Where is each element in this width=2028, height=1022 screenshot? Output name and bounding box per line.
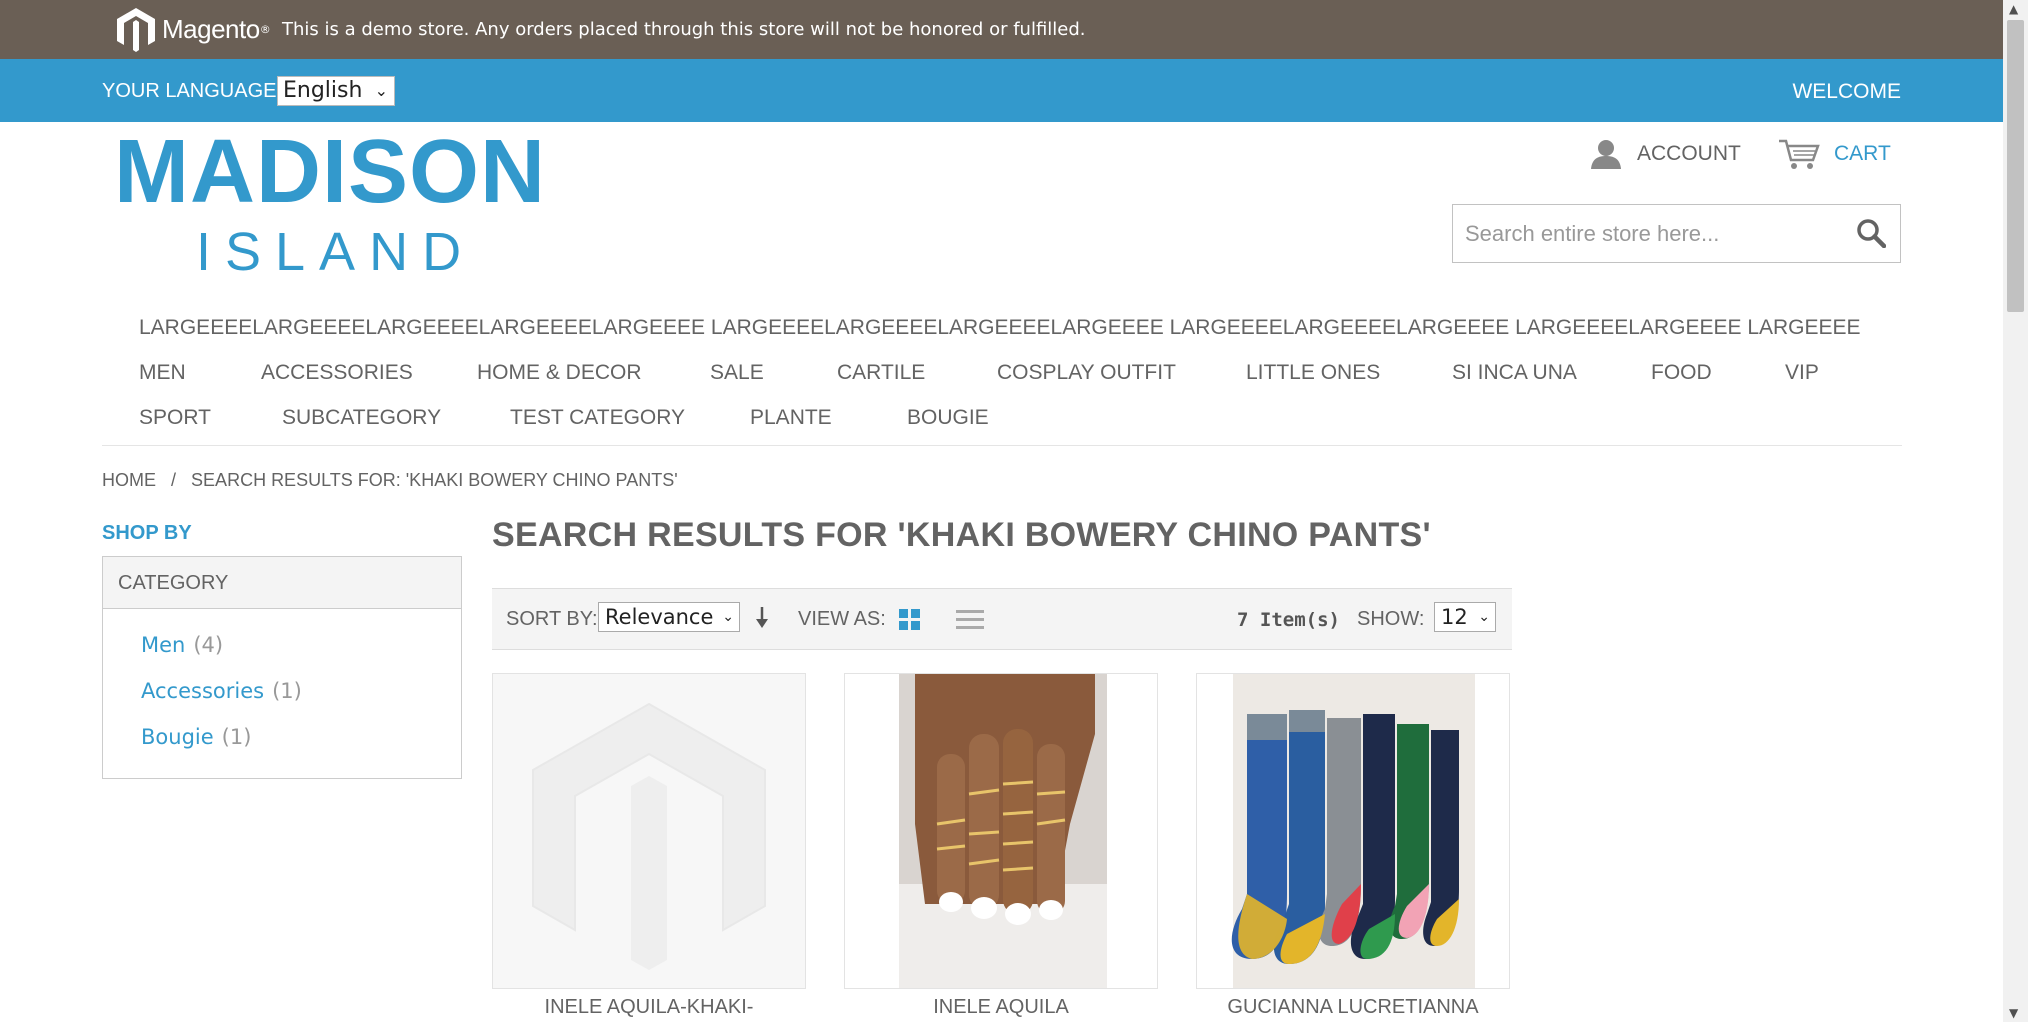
product-image-link[interactable] bbox=[844, 673, 1158, 989]
product-photo-rings bbox=[845, 674, 1157, 988]
product-name[interactable]: GUCIANNA LUCRETIANNA bbox=[1196, 996, 1510, 1019]
shop-by-heading: SHOP BY bbox=[102, 522, 192, 544]
nav-item-test-category[interactable]: TEST CATEGORY bbox=[510, 406, 685, 430]
filter-item-label[interactable]: Bougie bbox=[141, 725, 214, 749]
search-icon bbox=[1857, 219, 1887, 249]
nav-item-cosplay-outfit[interactable]: COSPLAY OUTFIT bbox=[997, 361, 1176, 385]
language-select-value: English bbox=[283, 78, 363, 103]
nav-item-vip[interactable]: VIP bbox=[1785, 361, 1819, 385]
grid-view-button[interactable] bbox=[899, 609, 921, 637]
demo-notice-bar: Magento ® This is a demo store. Any order… bbox=[0, 0, 2003, 59]
account-icon bbox=[1591, 140, 1621, 169]
welcome-message: WELCOME bbox=[1792, 80, 1901, 103]
nav-item-cartile[interactable]: CARTILE bbox=[837, 361, 925, 385]
nav-item-bougie[interactable]: BOUGIE bbox=[907, 406, 989, 430]
cart-link[interactable]: CART bbox=[1778, 138, 1891, 170]
product-photo-socks bbox=[1197, 674, 1509, 988]
account-label: ACCOUNT bbox=[1637, 142, 1741, 165]
page-scrollbar[interactable]: ▲ ▼ bbox=[2003, 0, 2028, 1022]
magento-brand-text: Magento bbox=[162, 13, 260, 44]
filter-item-accessories[interactable]: Accessories (1) bbox=[141, 679, 302, 703]
nav-item-food[interactable]: FOOD bbox=[1651, 361, 1712, 385]
view-as-label: VIEW AS: bbox=[798, 608, 886, 630]
grid-icon bbox=[899, 609, 920, 630]
store-logo-main[interactable]: MADISON bbox=[114, 124, 546, 220]
placeholder-image-icon bbox=[493, 674, 805, 988]
language-label: YOUR LANGUAGE: bbox=[102, 80, 283, 102]
chevron-down-icon: ⌄ bbox=[722, 609, 734, 625]
nav-item-si-inca-una[interactable]: SI INCA UNA bbox=[1452, 361, 1577, 385]
breadcrumb-separator: / bbox=[171, 470, 177, 490]
nav-item-sport[interactable]: SPORT bbox=[139, 406, 211, 430]
magento-logo-icon bbox=[117, 8, 155, 52]
filter-item-count: (1) bbox=[272, 679, 302, 703]
breadcrumb-home[interactable]: HOME bbox=[102, 470, 156, 490]
scrollbar-thumb[interactable] bbox=[2007, 20, 2024, 312]
arrow-down-icon bbox=[756, 607, 768, 628]
filter-item-label[interactable]: Accessories bbox=[141, 679, 264, 703]
nav-item-sale[interactable]: SALE bbox=[710, 361, 764, 385]
search-input[interactable] bbox=[1463, 205, 1837, 262]
filter-item-men[interactable]: Men (4) bbox=[141, 633, 223, 657]
nav-item-home-decor[interactable]: HOME & DECOR bbox=[477, 361, 642, 385]
list-view-button[interactable] bbox=[956, 609, 984, 637]
page-title: SEARCH RESULTS FOR 'KHAKI BOWERY CHINO P… bbox=[492, 516, 1431, 554]
account-link[interactable]: ACCOUNT bbox=[1589, 138, 1741, 170]
chevron-down-icon: ⌄ bbox=[374, 81, 388, 100]
filter-item-label[interactable]: Men bbox=[141, 633, 185, 657]
scroll-up-arrow-icon[interactable]: ▲ bbox=[2009, 2, 2018, 16]
nav-item-accessories[interactable]: ACCESSORIES bbox=[261, 361, 413, 385]
show-label: SHOW: bbox=[1357, 608, 1425, 630]
limiter-select[interactable]: 12 ⌄ bbox=[1434, 602, 1496, 632]
product-name[interactable]: INELE AQUILA bbox=[844, 996, 1158, 1019]
products-toolbar: SORT BY: Relevance ⌄ VIEW AS: 7 Item(s) … bbox=[492, 588, 1512, 650]
nav-item-little-ones[interactable]: LITTLE ONES bbox=[1246, 361, 1380, 385]
filter-item-count: (4) bbox=[193, 633, 224, 657]
sort-by-value: Relevance bbox=[605, 605, 714, 629]
sort-direction-button[interactable] bbox=[754, 603, 770, 637]
sort-by-label: SORT BY: bbox=[506, 608, 598, 630]
limiter-value: 12 bbox=[1441, 605, 1468, 629]
language-select[interactable]: English ⌄ bbox=[277, 76, 395, 106]
nav-item-subcategory[interactable]: SUBCATEGORY bbox=[282, 406, 441, 430]
product-image-link[interactable] bbox=[1196, 673, 1510, 989]
breadcrumb: HOME / SEARCH RESULTS FOR: 'KHAKI BOWERY… bbox=[102, 470, 688, 491]
scroll-down-arrow-icon[interactable]: ▼ bbox=[2009, 1006, 2018, 1020]
store-logo-sub[interactable]: ISLAND bbox=[196, 222, 475, 282]
nav-item-largeeee[interactable]: LARGEEEELARGEEEELARGEEEELARGEEEELARGEEEE… bbox=[139, 316, 1861, 340]
category-filter: CATEGORY Men (4) Accessories (1) Bougie (1) bbox=[102, 556, 462, 779]
product-name[interactable]: INELE AQUILA-KHAKI- bbox=[492, 996, 806, 1019]
product-image-link[interactable] bbox=[492, 673, 806, 989]
item-count: 7 Item(s) bbox=[1237, 609, 1340, 631]
list-icon bbox=[956, 610, 984, 629]
nav-divider bbox=[102, 445, 1902, 446]
filter-item-count: (1) bbox=[221, 725, 252, 749]
breadcrumb-current: SEARCH RESULTS FOR: 'KHAKI BOWERY CHINO … bbox=[191, 470, 678, 490]
search-button[interactable] bbox=[1856, 218, 1887, 252]
cart-icon bbox=[1779, 139, 1820, 169]
demo-notice-text: This is a demo store. Any orders placed … bbox=[282, 19, 1086, 40]
sort-by-select[interactable]: Relevance ⌄ bbox=[598, 602, 740, 632]
category-filter-title: CATEGORY bbox=[103, 557, 461, 609]
cart-label: CART bbox=[1834, 142, 1891, 165]
nav-item-plante[interactable]: PLANTE bbox=[750, 406, 832, 430]
filter-item-bougie[interactable]: Bougie (1) bbox=[141, 725, 251, 749]
search-form bbox=[1452, 204, 1901, 263]
magento-logo: Magento ® bbox=[114, 6, 271, 52]
chevron-down-icon: ⌄ bbox=[1478, 609, 1490, 625]
nav-item-men[interactable]: MEN bbox=[139, 361, 186, 385]
